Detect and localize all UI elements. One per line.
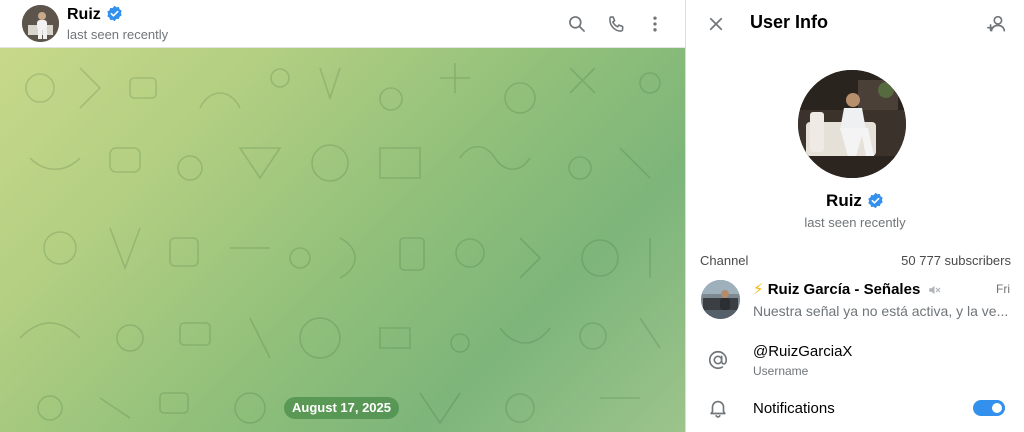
call-button[interactable] [603,11,629,37]
chat-title: Ruiz [67,5,123,24]
channel-last-message: Nuestra señal ya no está activa, y la ve… [753,303,1009,319]
lightning-emoji: ⚡ [753,281,764,298]
verified-icon [107,5,122,22]
personal-channel-item[interactable]: ⚡ Ruiz García - Señales Fri Nuestra seña… [686,274,1024,328]
toggle-knob [990,401,1004,415]
more-options-button[interactable] [642,11,668,37]
channel-title-text: Ruiz García - Señales [767,281,921,298]
profile-name: Ruiz [686,191,1024,211]
channel-subscriber-count: 50 777 subscribers [901,253,1011,268]
profile-name-text: Ruiz [826,191,862,210]
username-label: Username [753,364,809,378]
profile-status: last seen recently [804,215,906,230]
profile-photo[interactable] [798,70,906,178]
phone-icon [608,15,623,32]
verified-icon [868,192,883,208]
channel-last-date: Fri [996,282,1010,296]
chat-background: August 17, 2025 [0,48,685,432]
search-button[interactable] [564,11,590,37]
date-separator: August 17, 2025 [284,397,399,419]
username-value: @RuizGarciaX [753,343,853,360]
add-user-icon [987,15,1006,32]
bell-icon [706,396,730,420]
notifications-row[interactable]: Notifications [686,394,1024,424]
add-contact-button[interactable] [984,11,1010,37]
channel-avatar [701,280,740,319]
close-button[interactable] [703,11,729,37]
chat-title-text: Ruiz [67,6,101,23]
at-sign-icon [706,348,730,372]
doodle-pattern [19,63,661,425]
more-vertical-icon [653,16,657,32]
panel-title: User Info [750,12,829,32]
channel-section-label: Channel [700,253,749,268]
notifications-toggle[interactable] [973,400,1005,416]
close-icon [709,17,723,31]
chat-pane: Ruiz last seen recently August 17, 2025 [0,0,685,432]
avatar[interactable] [22,5,59,42]
user-info-panel: User Info Ruiz last seen recently Channe… [686,0,1024,432]
search-icon [569,16,585,32]
username-row[interactable]: @RuizGarciaX Username [686,338,1024,384]
notifications-label: Notifications [753,400,835,417]
muted-icon [929,285,941,295]
channel-title: ⚡ Ruiz García - Señales [753,280,942,298]
chat-header[interactable]: Ruiz last seen recently [0,0,685,48]
chat-status: last seen recently [67,27,169,42]
